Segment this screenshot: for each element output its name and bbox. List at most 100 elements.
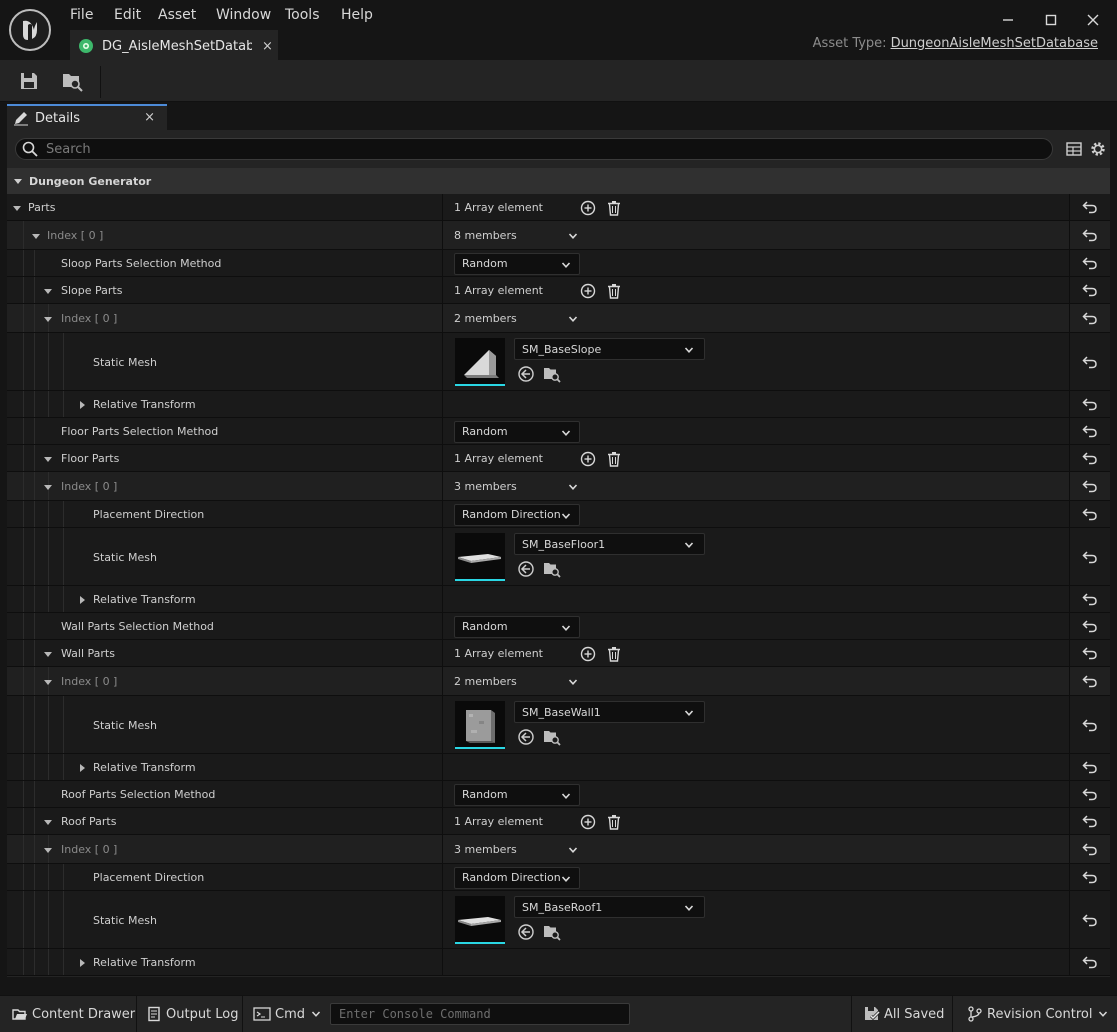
collapse-arrow-icon[interactable] [43, 482, 53, 492]
static-mesh-dropdown[interactable]: SM_BaseRoof1 [514, 896, 705, 918]
save-icon[interactable] [18, 70, 40, 92]
reset-to-default-icon[interactable] [1081, 812, 1099, 830]
reset-to-default-icon[interactable] [1081, 477, 1099, 495]
collapse-arrow-icon[interactable] [43, 817, 53, 827]
use-selected-asset-icon[interactable] [517, 365, 535, 383]
selection-dropdown[interactable]: Random [454, 420, 580, 443]
use-selected-asset-icon[interactable] [517, 923, 535, 941]
unreal-logo-icon[interactable] [8, 8, 52, 52]
browse-asset-icon[interactable] [543, 365, 561, 383]
browse-to-asset-icon[interactable] [61, 70, 83, 92]
use-selected-asset-icon[interactable] [517, 560, 535, 578]
reset-to-default-icon[interactable] [1081, 198, 1099, 216]
document-tab-close-icon[interactable]: × [262, 39, 273, 54]
close-window-icon[interactable] [1081, 8, 1105, 32]
expand-arrow-icon[interactable] [77, 763, 87, 773]
reset-to-default-icon[interactable] [1081, 422, 1099, 440]
menu-edit[interactable]: Edit [112, 6, 143, 24]
collapse-arrow-icon[interactable] [43, 454, 53, 464]
asset-type-link[interactable]: DungeonAisleMeshSetDatabase [891, 36, 1098, 51]
revision-control-button[interactable]: Revision Control [967, 996, 1108, 1032]
mesh-thumbnail[interactable] [455, 896, 505, 944]
trash-icon[interactable] [605, 450, 623, 468]
static-mesh-dropdown[interactable]: SM_BaseSlope [514, 338, 705, 360]
reset-to-default-icon[interactable] [1081, 309, 1099, 327]
reset-to-default-icon[interactable] [1081, 226, 1099, 244]
collapse-arrow-icon[interactable] [43, 286, 53, 296]
members-dropdown[interactable]: 3 members [454, 476, 582, 498]
reset-to-default-icon[interactable] [1081, 644, 1099, 662]
search-input[interactable] [46, 141, 1026, 157]
add-element-icon[interactable] [579, 199, 597, 217]
details-tab[interactable]: Details × [7, 104, 167, 130]
reset-to-default-icon[interactable] [1081, 281, 1099, 299]
mesh-thumbnail[interactable] [455, 338, 505, 386]
selection-dropdown[interactable]: Random Direction [454, 503, 580, 526]
reset-to-default-icon[interactable] [1081, 505, 1099, 523]
reset-to-default-icon[interactable] [1081, 617, 1099, 635]
output-log-button[interactable]: Output Log [146, 996, 239, 1032]
selection-dropdown[interactable]: Random [454, 252, 580, 275]
trash-icon[interactable] [605, 645, 623, 663]
reset-to-default-icon[interactable] [1081, 254, 1099, 272]
collapse-arrow-icon[interactable] [43, 314, 53, 324]
reset-to-default-icon[interactable] [1081, 395, 1099, 413]
collapse-arrow-icon[interactable] [43, 677, 53, 687]
collapse-arrow-icon[interactable] [12, 203, 22, 213]
reset-to-default-icon[interactable] [1081, 911, 1099, 929]
reset-to-default-icon[interactable] [1081, 868, 1099, 886]
minimize-icon[interactable] [996, 8, 1020, 32]
reset-to-default-icon[interactable] [1081, 353, 1099, 371]
browse-asset-icon[interactable] [543, 560, 561, 578]
members-dropdown[interactable]: 2 members [454, 671, 582, 693]
reset-to-default-icon[interactable] [1081, 758, 1099, 776]
browse-asset-icon[interactable] [543, 923, 561, 941]
trash-icon[interactable] [605, 282, 623, 300]
mesh-thumbnail[interactable] [455, 533, 505, 581]
all-saved-button[interactable]: All Saved [864, 996, 944, 1032]
reset-to-default-icon[interactable] [1081, 590, 1099, 608]
members-dropdown[interactable]: 8 members [454, 225, 582, 247]
details-tab-close-icon[interactable]: × [144, 110, 155, 125]
trash-icon[interactable] [605, 813, 623, 831]
search-box[interactable] [15, 138, 1053, 160]
menu-window[interactable]: Window [214, 6, 273, 24]
menu-asset[interactable]: Asset [156, 6, 198, 24]
add-element-icon[interactable] [579, 282, 597, 300]
selection-dropdown[interactable]: Random Direction [454, 866, 580, 889]
reset-to-default-icon[interactable] [1081, 449, 1099, 467]
static-mesh-dropdown[interactable]: SM_BaseFloor1 [514, 533, 705, 555]
collapse-arrow-icon[interactable] [31, 231, 41, 241]
reset-to-default-icon[interactable] [1081, 548, 1099, 566]
menu-file[interactable]: File [68, 6, 95, 24]
static-mesh-dropdown[interactable]: SM_BaseWall1 [514, 701, 705, 723]
add-element-icon[interactable] [579, 645, 597, 663]
property-matrix-icon[interactable] [1065, 140, 1083, 158]
expand-arrow-icon[interactable] [77, 400, 87, 410]
content-drawer-button[interactable]: Content Drawer [12, 996, 135, 1032]
reset-to-default-icon[interactable] [1081, 785, 1099, 803]
category-dungeon-generator[interactable]: Dungeon Generator [7, 168, 1110, 194]
maximize-icon[interactable] [1039, 8, 1063, 32]
expand-arrow-icon[interactable] [77, 595, 87, 605]
reset-to-default-icon[interactable] [1081, 953, 1099, 971]
reset-to-default-icon[interactable] [1081, 672, 1099, 690]
settings-gear-icon[interactable] [1089, 140, 1107, 158]
document-tab[interactable]: DG_AisleMeshSetDatab... × [70, 30, 278, 60]
expand-arrow-icon[interactable] [77, 958, 87, 968]
members-dropdown[interactable]: 2 members [454, 308, 582, 330]
reset-to-default-icon[interactable] [1081, 840, 1099, 858]
selection-dropdown[interactable]: Random [454, 615, 580, 638]
collapse-arrow-icon[interactable] [43, 845, 53, 855]
browse-asset-icon[interactable] [543, 728, 561, 746]
members-dropdown[interactable]: 3 members [454, 839, 582, 861]
menu-help[interactable]: Help [339, 6, 375, 24]
menu-tools[interactable]: Tools [283, 6, 322, 24]
console-command-input[interactable] [330, 1003, 630, 1025]
trash-icon[interactable] [605, 199, 623, 217]
cmd-selector[interactable]: Cmd [253, 996, 321, 1032]
add-element-icon[interactable] [579, 450, 597, 468]
add-element-icon[interactable] [579, 813, 597, 831]
collapse-arrow-icon[interactable] [43, 649, 53, 659]
use-selected-asset-icon[interactable] [517, 728, 535, 746]
